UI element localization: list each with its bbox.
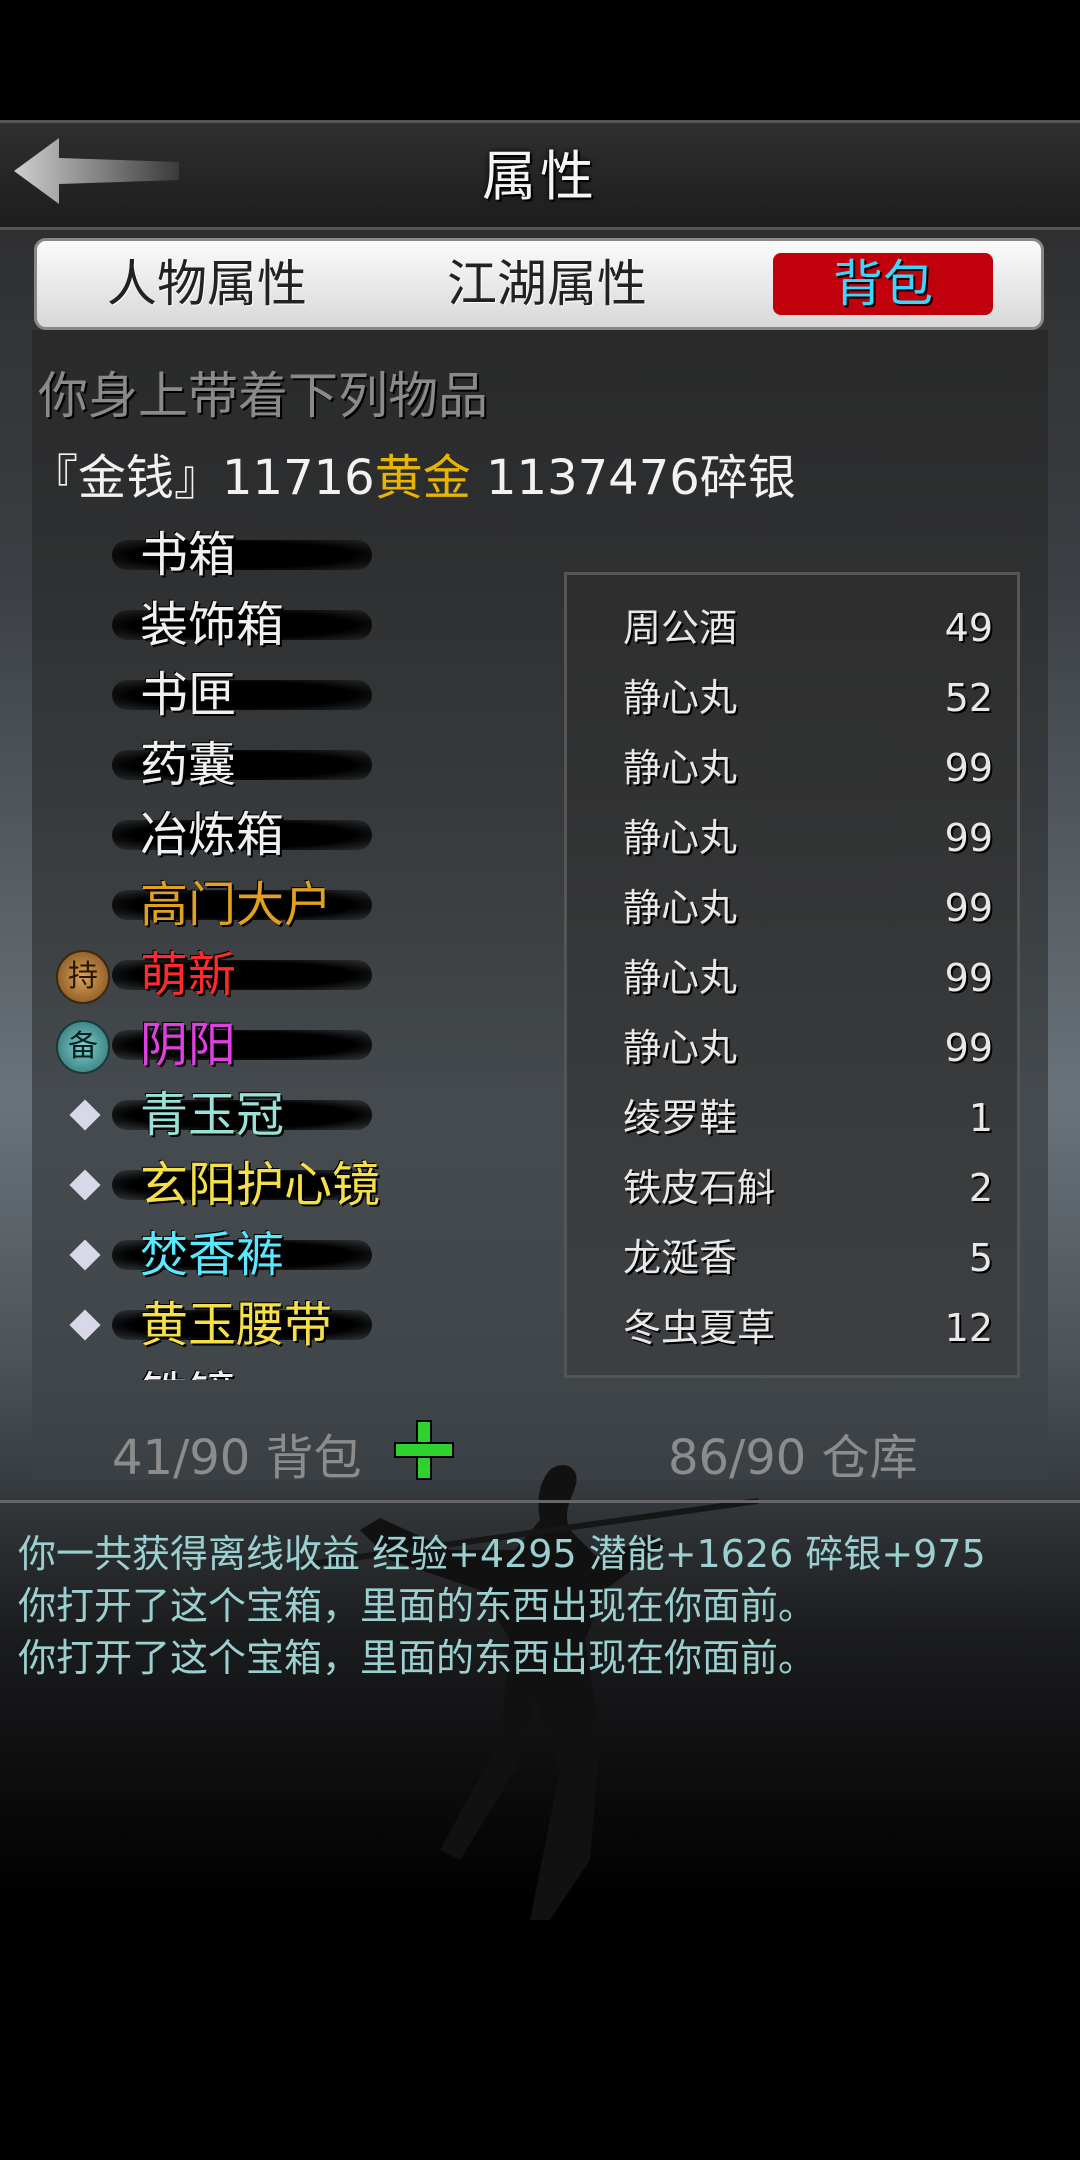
diamond-icon — [69, 1309, 101, 1341]
inventory-item-name: 冬虫夏草 — [623, 1306, 776, 1350]
inventory-item-count: 1 — [968, 1096, 993, 1140]
inventory-item-count: 99 — [944, 956, 993, 1000]
log-line: 你打开了这个宝箱，里面的东西出现在你面前。 — [18, 1636, 817, 1680]
equipment-item-label: 铁镜 — [140, 1360, 236, 1380]
equipment-item-label: 药囊 — [140, 737, 237, 793]
inventory-row[interactable]: 静心丸 99 — [567, 1013, 1023, 1083]
equipment-item[interactable]: 青玉冠 — [50, 1080, 570, 1150]
equipment-item[interactable]: 高门大户 — [50, 870, 570, 940]
equipment-item-label: 装饰箱 — [140, 597, 285, 653]
inventory-item-name: 静心丸 — [623, 886, 738, 930]
equipment-item[interactable]: 备阴阳 — [50, 1010, 570, 1080]
inventory-item-count: 99 — [944, 816, 993, 860]
inventory-row[interactable]: 静心丸 99 — [567, 873, 1023, 943]
money-prefix: 『金钱』 — [30, 450, 223, 506]
inventory-item-count: 2 — [968, 1166, 993, 1210]
money-line: 『金钱』11716黄金 1137476碎银 — [30, 438, 796, 508]
silver-amount: 1137476碎银 — [470, 450, 796, 506]
inventory-item-count: 12 — [944, 1306, 993, 1350]
gold-label: 黄金 — [374, 450, 471, 506]
inventory-row[interactable]: 静心丸 99 — [567, 733, 1023, 803]
inventory-item-name: 铁皮石斛 — [623, 1166, 776, 1210]
equipment-item-label: 高门大户 — [140, 877, 333, 933]
equipment-item-label: 阴阳 — [140, 1017, 237, 1073]
inventory-item-name: 静心丸 — [623, 816, 738, 860]
log-line: 你一共获得离线收益 经验+4295 潜能+1626 碎银+975 — [18, 1532, 986, 1576]
inventory-item-count: 49 — [944, 606, 993, 650]
equipment-item[interactable]: 药囊 — [50, 730, 570, 800]
equipment-item[interactable]: 书匣 — [50, 660, 570, 730]
diamond-icon — [69, 1239, 101, 1271]
inventory-row[interactable]: 静心丸 99 — [567, 943, 1023, 1013]
inventory-item-count: 99 — [944, 1026, 993, 1070]
inventory-row[interactable]: 冬虫夏草 12 — [567, 1293, 1023, 1363]
equipment-item-label: 焚香裤 — [140, 1227, 285, 1283]
inventory-row[interactable]: 静心丸 52 — [567, 663, 1023, 733]
inventory-item-count: 52 — [944, 676, 993, 720]
inventory-row[interactable]: 绫罗鞋 1 — [567, 1083, 1023, 1153]
inventory-row[interactable]: 周公酒 49 — [567, 593, 1023, 663]
tab-backpack[interactable]: 背包 — [773, 253, 993, 315]
equipment-item[interactable]: 焚香裤 — [50, 1220, 570, 1290]
page-title: 属性 — [482, 145, 598, 208]
equipment-list: 书箱装饰箱书匣药囊冶炼箱高门大户持萌新备阴阳青玉冠玄阳护心镜焚香裤黄玉腰带铁镜 — [50, 520, 570, 1380]
tab-character-attributes[interactable]: 人物属性 — [97, 253, 317, 315]
inventory-row[interactable]: 龙涎香 5 — [567, 1223, 1023, 1293]
inventory-item-name: 静心丸 — [623, 1026, 738, 1070]
held-badge: 持 — [56, 950, 110, 1004]
equipment-item[interactable]: 装饰箱 — [50, 590, 570, 660]
inventory-item-count: 99 — [944, 746, 993, 790]
equipment-item-label: 书箱 — [140, 527, 237, 583]
inventory-item-name: 静心丸 — [623, 956, 738, 1000]
inventory-item-name: 周公酒 — [623, 606, 738, 650]
inventory-row[interactable]: 静心丸 99 — [567, 803, 1023, 873]
equipment-item[interactable]: 书箱 — [50, 520, 570, 590]
equipment-item-label: 冶炼箱 — [140, 807, 285, 863]
equipment-item[interactable]: 冶炼箱 — [50, 800, 570, 870]
equipment-item[interactable]: 持萌新 — [50, 940, 570, 1010]
tab-bar: 人物属性 江湖属性 背包 — [34, 238, 1044, 330]
inventory-item-count: 5 — [968, 1236, 993, 1280]
equipment-item[interactable]: 铁镜 — [50, 1360, 570, 1380]
log-line: 你打开了这个宝箱，里面的东西出现在你面前。 — [18, 1584, 817, 1628]
diamond-icon — [69, 1099, 101, 1131]
equipment-item-label: 玄阳护心镜 — [140, 1157, 381, 1213]
inventory-list: 周公酒 49 静心丸 52 静心丸 99 静心丸 99 静心丸 99 静心丸 99 静心丸 99 绫罗鞋 1 铁… — [564, 572, 1020, 1378]
inventory-item-count: 99 — [944, 886, 993, 930]
tab-jianghu-attributes[interactable]: 江湖属性 — [437, 253, 657, 315]
equipment-item-label: 书匣 — [140, 667, 237, 723]
inventory-item-name: 绫罗鞋 — [623, 1096, 738, 1140]
equipped-badge: 备 — [56, 1020, 110, 1074]
inventory-hint: 你身上带着下列物品 — [38, 367, 488, 425]
inventory-item-name: 静心丸 — [623, 746, 738, 790]
equipment-item[interactable]: 黄玉腰带 — [50, 1290, 570, 1360]
inventory-item-name: 静心丸 — [623, 676, 738, 720]
gold-amount: 11716 — [222, 450, 375, 506]
inventory-item-name: 龙涎香 — [623, 1236, 738, 1280]
equipment-item-label: 青玉冠 — [140, 1087, 285, 1143]
equipment-item-label: 黄玉腰带 — [140, 1297, 333, 1353]
message-log: 你一共获得离线收益 经验+4295 潜能+1626 碎银+975 你打开了这个宝… — [0, 1500, 1080, 1903]
diamond-icon — [69, 1169, 101, 1201]
equipment-item[interactable]: 玄阳护心镜 — [50, 1150, 570, 1220]
inventory-row[interactable]: 铁皮石斛 2 — [567, 1153, 1023, 1223]
equipment-item-label: 萌新 — [140, 947, 237, 1003]
